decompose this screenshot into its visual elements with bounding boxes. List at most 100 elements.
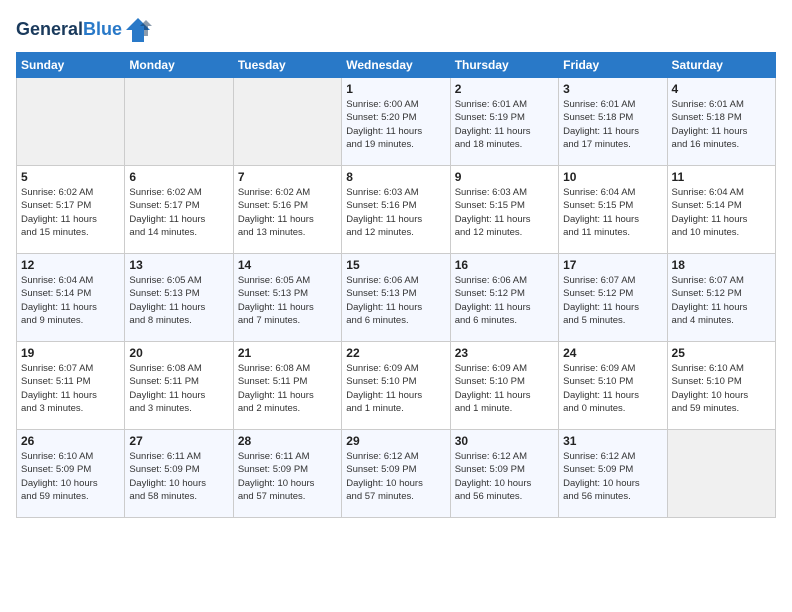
week-row-1: 5 Sunrise: 6:02 AM Sunset: 5:17 PM Daylig… bbox=[17, 166, 776, 254]
calendar-cell: 10Sunrise: 6:04 AM Sunset: 5:15 PM Dayli… bbox=[559, 166, 667, 254]
calendar-cell: 7 Sunrise: 6:02 AM Sunset: 5:16 PM Daylig… bbox=[233, 166, 341, 254]
day-number: 18 bbox=[672, 258, 771, 272]
calendar-cell bbox=[17, 78, 125, 166]
day-info: Sunrise: 6:07 AM Sunset: 5:12 PM Dayligh… bbox=[563, 274, 662, 327]
calendar-cell: 12Sunrise: 6:04 AM Sunset: 5:14 PM Dayli… bbox=[17, 254, 125, 342]
calendar-cell: 13 Sunrise: 6:05 AM Sunset: 5:13 PM Dayli… bbox=[125, 254, 233, 342]
day-number: 28 bbox=[238, 434, 337, 448]
day-info: Sunrise: 6:03 AM Sunset: 5:16 PM Dayligh… bbox=[346, 186, 445, 239]
day-info: Sunrise: 6:09 AM Sunset: 5:10 PM Dayligh… bbox=[346, 362, 445, 415]
week-row-0: 1 Sunrise: 6:00 AM Sunset: 5:20 PM Daylig… bbox=[17, 78, 776, 166]
day-info: Sunrise: 6:02 AM Sunset: 5:16 PM Dayligh… bbox=[238, 186, 337, 239]
calendar-cell: 15 Sunrise: 6:06 AM Sunset: 5:13 PM Dayli… bbox=[342, 254, 450, 342]
calendar-cell: 25Sunrise: 6:10 AM Sunset: 5:10 PM Dayli… bbox=[667, 342, 775, 430]
calendar-cell: 9 Sunrise: 6:03 AM Sunset: 5:15 PM Daylig… bbox=[450, 166, 558, 254]
day-info: Sunrise: 6:06 AM Sunset: 5:12 PM Dayligh… bbox=[455, 274, 554, 327]
day-number: 14 bbox=[238, 258, 337, 272]
day-number: 11 bbox=[672, 170, 771, 184]
logo-icon bbox=[124, 16, 152, 44]
day-number: 8 bbox=[346, 170, 445, 184]
week-row-3: 19 Sunrise: 6:07 AM Sunset: 5:11 PM Dayli… bbox=[17, 342, 776, 430]
week-row-2: 12Sunrise: 6:04 AM Sunset: 5:14 PM Dayli… bbox=[17, 254, 776, 342]
day-number: 10 bbox=[563, 170, 662, 184]
day-number: 5 bbox=[21, 170, 120, 184]
calendar-cell: 6 Sunrise: 6:02 AM Sunset: 5:17 PM Daylig… bbox=[125, 166, 233, 254]
logo-text: GeneralBlue bbox=[16, 20, 122, 40]
day-info: Sunrise: 6:08 AM Sunset: 5:11 PM Dayligh… bbox=[129, 362, 228, 415]
calendar-cell: 28Sunrise: 6:11 AM Sunset: 5:09 PM Dayli… bbox=[233, 430, 341, 518]
day-info: Sunrise: 6:04 AM Sunset: 5:14 PM Dayligh… bbox=[672, 186, 771, 239]
day-info: Sunrise: 6:08 AM Sunset: 5:11 PM Dayligh… bbox=[238, 362, 337, 415]
week-row-4: 26 Sunrise: 6:10 AM Sunset: 5:09 PM Dayli… bbox=[17, 430, 776, 518]
calendar-cell: 20 Sunrise: 6:08 AM Sunset: 5:11 PM Dayli… bbox=[125, 342, 233, 430]
day-number: 1 bbox=[346, 82, 445, 96]
day-number: 20 bbox=[129, 346, 228, 360]
day-info: Sunrise: 6:01 AM Sunset: 5:19 PM Dayligh… bbox=[455, 98, 554, 151]
day-info: Sunrise: 6:07 AM Sunset: 5:11 PM Dayligh… bbox=[21, 362, 120, 415]
day-info: Sunrise: 6:12 AM Sunset: 5:09 PM Dayligh… bbox=[455, 450, 554, 503]
day-info: Sunrise: 6:06 AM Sunset: 5:13 PM Dayligh… bbox=[346, 274, 445, 327]
day-info: Sunrise: 6:12 AM Sunset: 5:09 PM Dayligh… bbox=[346, 450, 445, 503]
day-info: Sunrise: 6:01 AM Sunset: 5:18 PM Dayligh… bbox=[563, 98, 662, 151]
calendar-cell: 11 Sunrise: 6:04 AM Sunset: 5:14 PM Dayli… bbox=[667, 166, 775, 254]
calendar-cell: 18 Sunrise: 6:07 AM Sunset: 5:12 PM Dayli… bbox=[667, 254, 775, 342]
day-info: Sunrise: 6:02 AM Sunset: 5:17 PM Dayligh… bbox=[129, 186, 228, 239]
day-number: 24 bbox=[563, 346, 662, 360]
calendar-cell: 4 Sunrise: 6:01 AM Sunset: 5:18 PM Daylig… bbox=[667, 78, 775, 166]
day-info: Sunrise: 6:07 AM Sunset: 5:12 PM Dayligh… bbox=[672, 274, 771, 327]
day-info: Sunrise: 6:10 AM Sunset: 5:09 PM Dayligh… bbox=[21, 450, 120, 503]
day-info: Sunrise: 6:05 AM Sunset: 5:13 PM Dayligh… bbox=[129, 274, 228, 327]
day-number: 27 bbox=[129, 434, 228, 448]
calendar-cell: 5 Sunrise: 6:02 AM Sunset: 5:17 PM Daylig… bbox=[17, 166, 125, 254]
day-info: Sunrise: 6:02 AM Sunset: 5:17 PM Dayligh… bbox=[21, 186, 120, 239]
day-number: 3 bbox=[563, 82, 662, 96]
day-info: Sunrise: 6:00 AM Sunset: 5:20 PM Dayligh… bbox=[346, 98, 445, 151]
day-number: 30 bbox=[455, 434, 554, 448]
day-number: 19 bbox=[21, 346, 120, 360]
weekday-header-friday: Friday bbox=[559, 53, 667, 78]
calendar-cell bbox=[125, 78, 233, 166]
day-info: Sunrise: 6:01 AM Sunset: 5:18 PM Dayligh… bbox=[672, 98, 771, 151]
day-number: 6 bbox=[129, 170, 228, 184]
day-info: Sunrise: 6:11 AM Sunset: 5:09 PM Dayligh… bbox=[129, 450, 228, 503]
calendar-cell: 1 Sunrise: 6:00 AM Sunset: 5:20 PM Daylig… bbox=[342, 78, 450, 166]
calendar-cell: 3 Sunrise: 6:01 AM Sunset: 5:18 PM Daylig… bbox=[559, 78, 667, 166]
page-header: GeneralBlue bbox=[16, 16, 776, 44]
weekday-header-sunday: Sunday bbox=[17, 53, 125, 78]
weekday-header-row: SundayMondayTuesdayWednesdayThursdayFrid… bbox=[17, 53, 776, 78]
weekday-header-tuesday: Tuesday bbox=[233, 53, 341, 78]
day-number: 16 bbox=[455, 258, 554, 272]
calendar-cell: 31Sunrise: 6:12 AM Sunset: 5:09 PM Dayli… bbox=[559, 430, 667, 518]
day-info: Sunrise: 6:09 AM Sunset: 5:10 PM Dayligh… bbox=[455, 362, 554, 415]
calendar-cell: 19 Sunrise: 6:07 AM Sunset: 5:11 PM Dayli… bbox=[17, 342, 125, 430]
calendar-cell: 23 Sunrise: 6:09 AM Sunset: 5:10 PM Dayli… bbox=[450, 342, 558, 430]
calendar: SundayMondayTuesdayWednesdayThursdayFrid… bbox=[16, 52, 776, 518]
calendar-cell: 30 Sunrise: 6:12 AM Sunset: 5:09 PM Dayli… bbox=[450, 430, 558, 518]
day-number: 25 bbox=[672, 346, 771, 360]
calendar-cell: 27 Sunrise: 6:11 AM Sunset: 5:09 PM Dayli… bbox=[125, 430, 233, 518]
day-info: Sunrise: 6:03 AM Sunset: 5:15 PM Dayligh… bbox=[455, 186, 554, 239]
day-number: 9 bbox=[455, 170, 554, 184]
calendar-cell: 21Sunrise: 6:08 AM Sunset: 5:11 PM Dayli… bbox=[233, 342, 341, 430]
day-number: 17 bbox=[563, 258, 662, 272]
calendar-cell: 26 Sunrise: 6:10 AM Sunset: 5:09 PM Dayli… bbox=[17, 430, 125, 518]
day-number: 4 bbox=[672, 82, 771, 96]
weekday-header-saturday: Saturday bbox=[667, 53, 775, 78]
day-number: 13 bbox=[129, 258, 228, 272]
calendar-cell: 29Sunrise: 6:12 AM Sunset: 5:09 PM Dayli… bbox=[342, 430, 450, 518]
weekday-header-thursday: Thursday bbox=[450, 53, 558, 78]
calendar-cell: 14 Sunrise: 6:05 AM Sunset: 5:13 PM Dayli… bbox=[233, 254, 341, 342]
weekday-header-monday: Monday bbox=[125, 53, 233, 78]
day-number: 15 bbox=[346, 258, 445, 272]
day-info: Sunrise: 6:12 AM Sunset: 5:09 PM Dayligh… bbox=[563, 450, 662, 503]
calendar-cell: 2Sunrise: 6:01 AM Sunset: 5:19 PM Daylig… bbox=[450, 78, 558, 166]
weekday-header-wednesday: Wednesday bbox=[342, 53, 450, 78]
day-info: Sunrise: 6:04 AM Sunset: 5:14 PM Dayligh… bbox=[21, 274, 120, 327]
logo: GeneralBlue bbox=[16, 16, 152, 44]
day-number: 26 bbox=[21, 434, 120, 448]
day-number: 7 bbox=[238, 170, 337, 184]
calendar-cell: 17 Sunrise: 6:07 AM Sunset: 5:12 PM Dayli… bbox=[559, 254, 667, 342]
day-info: Sunrise: 6:09 AM Sunset: 5:10 PM Dayligh… bbox=[563, 362, 662, 415]
day-info: Sunrise: 6:05 AM Sunset: 5:13 PM Dayligh… bbox=[238, 274, 337, 327]
day-number: 23 bbox=[455, 346, 554, 360]
